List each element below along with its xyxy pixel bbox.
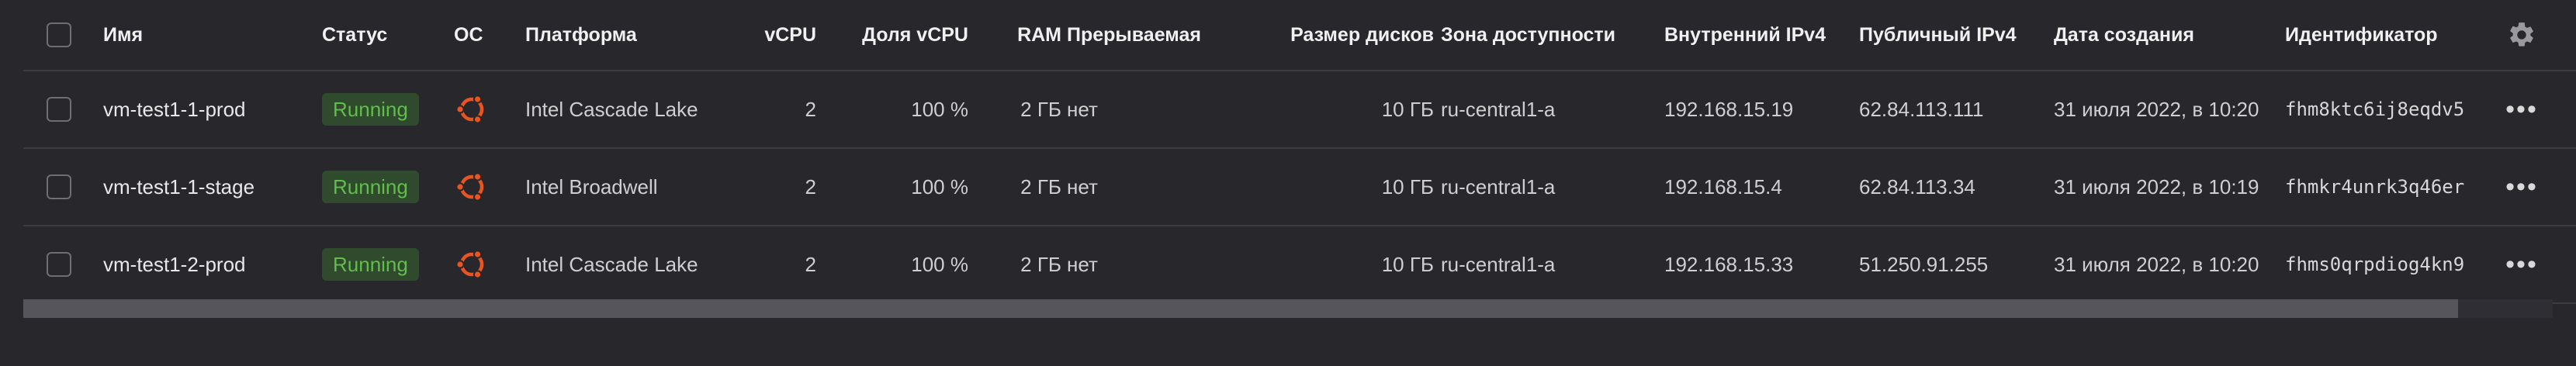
status-cell: Running: [322, 226, 438, 302]
preemptible: нет: [1067, 97, 1098, 121]
ip-internal: 192.168.15.33: [1664, 252, 1794, 276]
ubuntu-icon: [455, 250, 484, 279]
preemptible: нет: [1067, 174, 1098, 199]
table-header: Имя Статус ОС Платформа vCPU Доля vCPU R…: [23, 0, 2576, 71]
row-actions-cell: •••: [2491, 226, 2553, 302]
ip-public: 51.250.91.255: [1859, 252, 1989, 276]
scrollbar-thumb[interactable]: [23, 299, 2458, 318]
more-actions-icon[interactable]: •••: [2505, 250, 2538, 280]
vcpu-share: 100 %: [911, 174, 968, 199]
vm-table: Имя Статус ОС Платформа vCPU Доля vCPU R…: [23, 0, 2576, 304]
column-header-id[interactable]: Идентификатор: [2285, 0, 2489, 70]
more-actions-icon[interactable]: •••: [2505, 95, 2538, 125]
column-header-name[interactable]: Имя: [103, 0, 313, 70]
vcpu-share: 100 %: [911, 97, 968, 121]
column-header-ip-internal[interactable]: Внутренний IPv4: [1664, 0, 1858, 70]
ubuntu-icon: [455, 95, 484, 124]
row-checkbox[interactable]: [47, 252, 71, 277]
disk-size: 10 ГБ: [1381, 97, 1434, 121]
vm-id: fhms0qrpdiog4kn9: [2285, 254, 2465, 275]
ubuntu-icon: [455, 172, 484, 202]
status-badge: Running: [322, 93, 419, 126]
platform: Intel Cascade Lake: [525, 97, 698, 121]
row-select-cell: [47, 149, 78, 225]
column-header-status[interactable]: Статус: [322, 0, 438, 70]
zone: ru-central1-a: [1441, 252, 1556, 276]
select-all-checkbox[interactable]: [47, 22, 71, 47]
more-actions-icon[interactable]: •••: [2505, 172, 2538, 202]
row-checkbox[interactable]: [47, 97, 71, 122]
column-header-os[interactable]: ОС: [454, 0, 508, 70]
column-header-ram[interactable]: RAM: [970, 0, 1061, 70]
ram: 2 ГБ: [1020, 174, 1061, 199]
vm-list-page: Имя Статус ОС Платформа vCPU Доля vCPU R…: [0, 0, 2576, 366]
column-header-preemptible[interactable]: Прерываемая: [1067, 0, 1238, 70]
created-date: 31 июля 2022, в 10:20: [2054, 252, 2259, 276]
vm-id: fhmkr4unrk3q46er: [2285, 176, 2465, 198]
vm-name[interactable]: vm-test1-1-prod: [103, 71, 313, 147]
ip-internal: 192.168.15.4: [1664, 174, 1782, 199]
os-cell: [454, 149, 508, 225]
gear-icon[interactable]: [2507, 20, 2536, 50]
status-cell: Running: [322, 71, 438, 147]
table-row[interactable]: vm-test1-1-stage Running Intel Broadwell…: [23, 149, 2576, 226]
column-header-platform[interactable]: Платформа: [525, 0, 735, 70]
platform: Intel Cascade Lake: [525, 252, 698, 276]
row-select-cell: [47, 226, 78, 302]
table-row[interactable]: vm-test1-1-prod Running Intel Cascade La…: [23, 71, 2576, 149]
settings-cell: [2491, 0, 2553, 70]
ram: 2 ГБ: [1020, 252, 1061, 276]
ram: 2 ГБ: [1020, 97, 1061, 121]
column-header-zone[interactable]: Зона доступности: [1441, 0, 1658, 70]
ip-internal: 192.168.15.19: [1664, 97, 1794, 121]
column-header-created[interactable]: Дата создания: [2054, 0, 2279, 70]
status-badge: Running: [322, 248, 419, 281]
vm-id: fhm8ktc6ij8eqdv5: [2285, 98, 2465, 120]
vcpu: 2: [805, 174, 816, 199]
vcpu-share: 100 %: [911, 252, 968, 276]
column-header-vcpu-share[interactable]: Доля vCPU: [822, 0, 968, 70]
created-date: 31 июля 2022, в 10:20: [2054, 97, 2259, 121]
preemptible: нет: [1067, 252, 1098, 276]
horizontal-scrollbar[interactable]: [23, 299, 2553, 318]
row-select-cell: [47, 71, 78, 147]
table-row[interactable]: vm-test1-2-prod Running Intel Cascade La…: [23, 226, 2576, 304]
column-header-ip-public[interactable]: Публичный IPv4: [1859, 0, 2053, 70]
created-date: 31 июля 2022, в 10:19: [2054, 174, 2259, 199]
row-actions-cell: •••: [2491, 71, 2553, 147]
row-actions-cell: •••: [2491, 149, 2553, 225]
zone: ru-central1-a: [1441, 97, 1556, 121]
select-all-cell: [47, 0, 78, 70]
status-cell: Running: [322, 149, 438, 225]
os-cell: [454, 226, 508, 302]
ip-public: 62.84.113.111: [1859, 97, 1984, 121]
vm-name[interactable]: vm-test1-2-prod: [103, 226, 313, 302]
column-header-disk-size[interactable]: Размер дисков: [1234, 0, 1434, 70]
platform: Intel Broadwell: [525, 174, 658, 199]
os-cell: [454, 71, 508, 147]
ip-public: 62.84.113.34: [1859, 174, 1975, 199]
vcpu: 2: [805, 252, 816, 276]
row-checkbox[interactable]: [47, 174, 71, 199]
vcpu: 2: [805, 97, 816, 121]
zone: ru-central1-a: [1441, 174, 1556, 199]
disk-size: 10 ГБ: [1381, 252, 1434, 276]
vm-name[interactable]: vm-test1-1-stage: [103, 149, 313, 225]
status-badge: Running: [322, 171, 419, 203]
column-header-vcpu[interactable]: vCPU: [706, 0, 816, 70]
disk-size: 10 ГБ: [1381, 174, 1434, 199]
